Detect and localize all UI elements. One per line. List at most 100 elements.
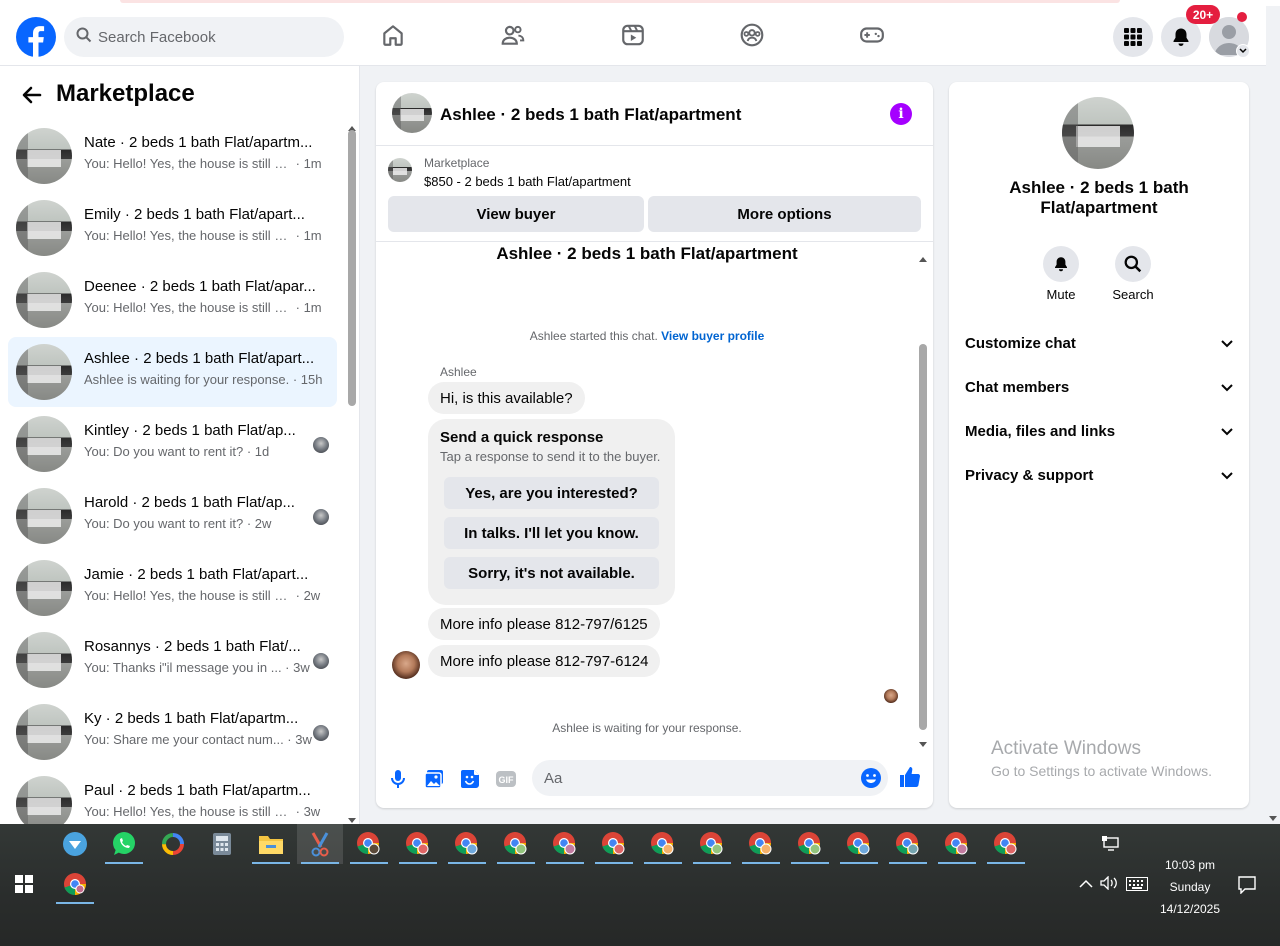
conversation-item[interactable]: Jamie · 2 beds 1 bath Flat/apart... You: … — [8, 553, 337, 623]
media-files-links-row[interactable]: Media, files and links — [965, 419, 1233, 443]
search-input[interactable] — [98, 28, 318, 46]
chrome-profile-icon[interactable] — [640, 824, 686, 864]
mute-button[interactable]: Mute — [1031, 246, 1091, 302]
chevron-up-icon[interactable] — [1079, 876, 1093, 894]
scroll-down-arrow-icon[interactable] — [348, 811, 356, 823]
file-explorer-icon[interactable] — [248, 824, 294, 864]
quick-response-unavailable-button[interactable]: Sorry, it's not available. — [444, 557, 659, 589]
emoji-icon[interactable] — [859, 766, 883, 790]
conversation-item[interactable]: Nate · 2 beds 1 bath Flat/apartm... You: … — [8, 121, 337, 191]
google-app-icon[interactable] — [150, 824, 196, 864]
whatsapp-icon[interactable] — [101, 824, 147, 864]
conversation-item[interactable]: Ashlee · 2 beds 1 bath Flat/apart... Ashl… — [8, 337, 337, 407]
windows-start-icon[interactable] — [1, 864, 47, 904]
chrome-profile-icon[interactable] — [395, 824, 441, 864]
back-arrow-icon[interactable] — [20, 83, 44, 107]
row-label: Media, files and links — [965, 422, 1116, 440]
chrome-profile-icon[interactable] — [885, 824, 931, 864]
message-bubble[interactable]: More info please 812-797-6124 — [428, 645, 661, 677]
chrome-profile-icon[interactable] — [493, 824, 539, 864]
conversation-item[interactable]: Rosannys · 2 beds 1 bath Flat/... You: Th… — [8, 625, 337, 695]
chrome-pinned-icon[interactable] — [52, 864, 98, 904]
view-buyer-button[interactable]: View buyer — [388, 196, 644, 232]
listing-thumbnail[interactable] — [388, 158, 412, 182]
gif-icon[interactable]: GIF — [494, 767, 518, 791]
waiting-notice: Ashlee is waiting for your response. — [552, 721, 742, 735]
chat-members-row[interactable]: Chat members — [965, 375, 1233, 399]
action-center-icon[interactable] — [1238, 876, 1256, 899]
chat-scroll-down-arrow-icon[interactable] — [919, 735, 927, 747]
quick-response-in-talks-button[interactable]: In talks. I'll let you know. — [444, 517, 659, 549]
message-input[interactable] — [544, 769, 844, 787]
info-icon[interactable]: i — [890, 103, 912, 125]
privacy-support-row[interactable]: Privacy & support — [965, 463, 1233, 487]
vpn-app-icon[interactable] — [52, 824, 98, 864]
preview-separator: · — [292, 228, 304, 243]
view-buyer-profile-link[interactable]: View buyer profile — [661, 329, 764, 343]
conversation-item[interactable]: Deenee · 2 beds 1 bath Flat/apar... You: … — [8, 265, 337, 335]
details-title: Ashlee · 2 beds 1 bath Flat/apartment — [1009, 178, 1189, 217]
chat-scrollbar[interactable] — [919, 344, 927, 730]
conversation-item[interactable]: Ky · 2 beds 1 bath Flat/apartm... You: Sh… — [8, 697, 337, 767]
activate-windows-watermark: Activate Windows Go to Settings to activ… — [991, 738, 1212, 779]
chat-header-thumbnail[interactable] — [392, 93, 432, 133]
menu-grid-button[interactable] — [1113, 17, 1153, 57]
message-input-wrap[interactable] — [532, 760, 888, 796]
sender-avatar[interactable] — [392, 651, 420, 679]
thumbs-up-icon[interactable] — [898, 765, 922, 789]
customize-chat-row[interactable]: Customize chat — [965, 331, 1233, 355]
preview-time: 15h — [300, 372, 323, 387]
chrome-profile-icon[interactable] — [591, 824, 637, 864]
chrome-profile-icon[interactable] — [836, 824, 882, 864]
svg-text:GIF: GIF — [499, 775, 515, 785]
row-label: Privacy & support — [965, 466, 1094, 484]
chrome-profile-icon[interactable] — [689, 824, 735, 864]
chrome-profile-icon[interactable] — [542, 824, 588, 864]
system-clock[interactable]: 10:03 pm Sunday 14/12/2025 — [1140, 854, 1240, 920]
search-box[interactable] — [64, 17, 344, 57]
volume-icon[interactable] — [1100, 875, 1118, 895]
chrome-profile-icon[interactable] — [738, 824, 784, 864]
chrome-profile-icon[interactable] — [346, 824, 392, 864]
conversation-item[interactable]: Harold · 2 beds 1 bath Flat/ap... You: Do… — [8, 481, 337, 551]
preview-separator: · — [292, 300, 304, 315]
quick-response-yes-button[interactable]: Yes, are you interested? — [444, 477, 659, 509]
message-bubble[interactable]: Hi, is this available? — [428, 382, 585, 414]
chat-header: Ashlee · 2 beds 1 bath Flat/apartment i — [376, 82, 933, 146]
page-scroll-down-arrow-icon[interactable] — [1268, 810, 1278, 821]
groups-icon[interactable] — [737, 20, 767, 50]
conversation-item[interactable]: Kintley · 2 beds 1 bath Flat/ap... You: D… — [8, 409, 337, 479]
preview-text: You: Do you want to rent it? — [84, 516, 244, 531]
scroll-up-arrow-icon[interactable] — [348, 118, 356, 131]
facebook-logo-icon[interactable] — [16, 17, 56, 57]
listing-price[interactable]: $850 - 2 beds 1 bath Flat/apartment — [424, 174, 631, 189]
sidebar-scrollbar[interactable] — [348, 130, 356, 406]
microphone-icon[interactable] — [386, 767, 410, 791]
chrome-profile-icon[interactable] — [444, 824, 490, 864]
snipping-tool-icon[interactable] — [297, 824, 343, 864]
search-label: Search — [1112, 287, 1154, 302]
preview-time: 1d — [254, 444, 270, 459]
conversation-title: Ashlee · 2 beds 1 bath Flat/apartment — [496, 244, 798, 263]
listing-photo[interactable] — [1062, 97, 1134, 169]
conversation-item[interactable]: Emily · 2 beds 1 bath Flat/apart... You: … — [8, 193, 337, 263]
more-options-button[interactable]: More options — [648, 196, 921, 232]
home-icon[interactable] — [378, 20, 408, 50]
message-bubble[interactable]: More info please 812-797/6125 — [428, 608, 660, 640]
conversation-name: Kintley · 2 beds 1 bath Flat/ap... — [84, 422, 296, 439]
search-chat-button[interactable]: Search — [1103, 246, 1163, 302]
gaming-icon[interactable] — [857, 20, 887, 50]
chrome-profile-icon[interactable] — [934, 824, 980, 864]
video-icon[interactable] — [618, 20, 648, 50]
photo-icon[interactable] — [422, 767, 446, 791]
network-display-icon[interactable] — [1088, 824, 1134, 864]
chat-title[interactable]: Ashlee · 2 beds 1 bath Flat/apartment — [440, 105, 741, 125]
chat-scroll-up-arrow-icon[interactable] — [919, 249, 927, 262]
conversation-name: Ky · 2 beds 1 bath Flat/apartm... — [84, 710, 299, 727]
chrome-profile-icon[interactable] — [983, 824, 1029, 864]
friends-icon[interactable] — [498, 20, 528, 50]
sticker-icon[interactable] — [458, 767, 482, 791]
account-chevron-icon[interactable] — [1236, 44, 1250, 58]
chrome-profile-icon[interactable] — [787, 824, 833, 864]
calculator-icon[interactable] — [199, 824, 245, 864]
